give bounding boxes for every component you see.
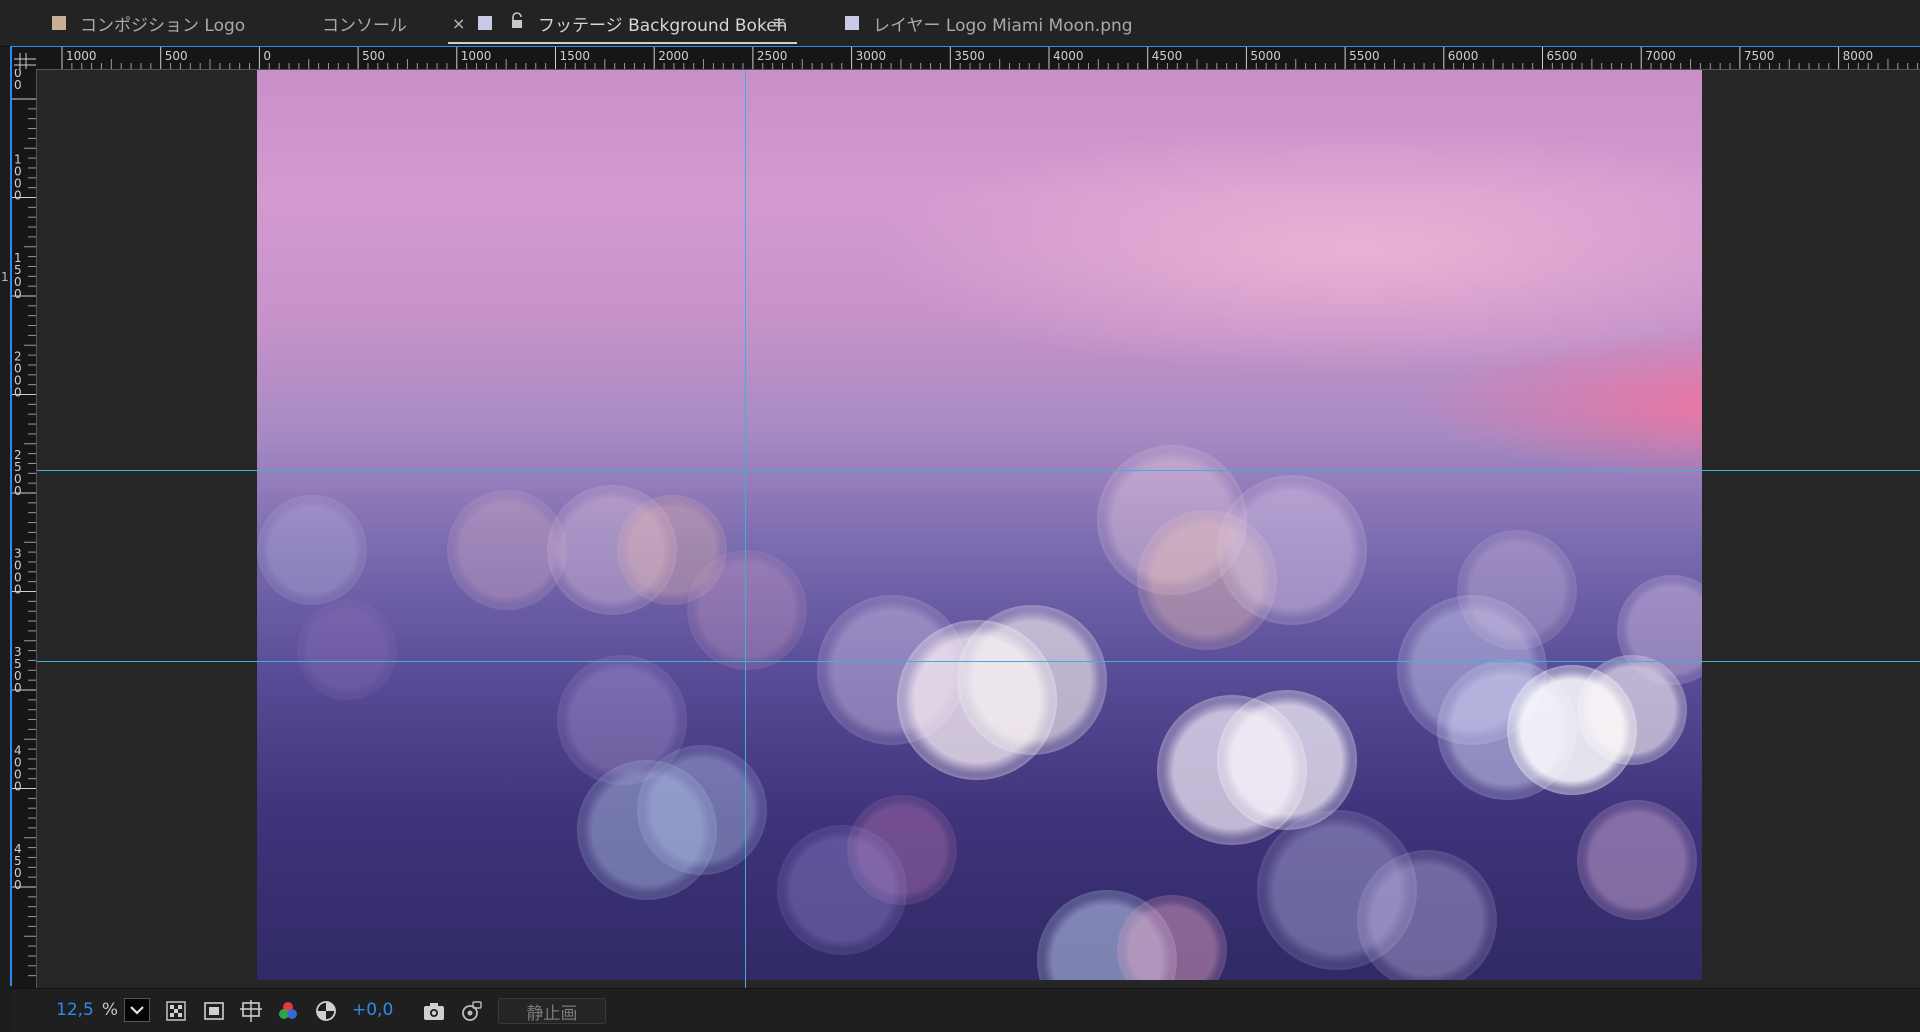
ruler-origin-corner[interactable]	[12, 47, 36, 69]
reset-exposure-button[interactable]	[314, 999, 338, 1023]
grid-guides-button[interactable]	[239, 999, 263, 1023]
vruler-label: 1500	[14, 251, 22, 301]
guide-vertical-1[interactable]	[745, 70, 746, 988]
guide-horizontal-1[interactable]	[37, 470, 1920, 471]
tab-composition-logo[interactable]: コンポジション Logo	[52, 0, 245, 46]
vruler-label: 2000	[14, 350, 22, 400]
bokeh-light	[1217, 475, 1367, 625]
hruler-label: 500	[362, 49, 385, 63]
zoom-dropdown[interactable]	[124, 998, 150, 1022]
bokeh-light	[1577, 800, 1697, 920]
ruler-side-marker: 1	[1, 270, 9, 284]
vruler-label: 3500	[14, 645, 22, 695]
bokeh-light	[957, 605, 1107, 755]
still-frame-button[interactable]: 静止画	[498, 998, 606, 1024]
exposure-control[interactable]: +0,0	[352, 999, 393, 1021]
bokeh-light	[777, 825, 907, 955]
show-snapshot-icon	[462, 1001, 482, 1021]
chevron-down-icon	[130, 1006, 144, 1015]
color-channels-button[interactable]	[276, 999, 300, 1023]
show-snapshot-button[interactable]	[459, 999, 483, 1023]
panel-menu-icon[interactable]: ≡	[772, 13, 786, 33]
hruler-label: 500	[165, 49, 188, 63]
vruler-label: 3000	[14, 547, 22, 597]
mask-visibility-button[interactable]	[202, 999, 226, 1023]
hruler-label: 2000	[658, 49, 689, 63]
transparency-grid-button[interactable]	[164, 999, 188, 1023]
bokeh-light	[1457, 530, 1577, 650]
still-frame-label: 静止画	[526, 1003, 578, 1024]
bokeh-light	[1357, 850, 1497, 980]
lock-icon[interactable]	[510, 12, 524, 30]
bokeh-light	[687, 550, 807, 670]
tab-label: フッテージ Background Bokeh	[538, 15, 788, 36]
vruler-label: 4000	[14, 744, 22, 794]
bokeh-light	[297, 600, 397, 700]
hruler-label: 1000	[66, 49, 97, 63]
hruler-label: 1500	[560, 49, 591, 63]
bokeh-light	[1217, 690, 1357, 830]
ruler-origin-icon	[14, 53, 36, 69]
hruler-label: 6000	[1448, 49, 1479, 63]
hruler-label: 4500	[1152, 49, 1183, 63]
snapshot-button[interactable]	[422, 999, 446, 1023]
vertical-ruler-ticks: 500 1000 1500 2000 2500 3000 3500 4000 4500	[12, 54, 36, 977]
tab-label: レイヤー Logo Miami Moon.png	[873, 15, 1133, 36]
vruler-label: 4500	[14, 842, 22, 892]
layer-swatch-icon	[845, 16, 859, 30]
vruler-label: 500	[14, 69, 22, 92]
footage-viewer[interactable]	[37, 70, 1920, 988]
hruler-label: 8000	[1843, 49, 1874, 63]
composition-swatch-icon	[52, 16, 66, 30]
hruler-label: 5000	[1250, 49, 1281, 63]
mask-outline-icon	[204, 1002, 224, 1020]
tab-layer-logo-miami-moon[interactable]: レイヤー Logo Miami Moon.png	[845, 0, 1133, 46]
grid-guides-icon	[240, 1000, 262, 1022]
checkerboard-icon	[166, 1001, 186, 1021]
hruler-label: 7000	[1645, 49, 1676, 63]
tab-label: コンソール	[322, 15, 407, 36]
zoom-value[interactable]: 12,5	[56, 1000, 94, 1020]
guide-horizontal-2[interactable]	[37, 661, 1920, 662]
tab-footage-background-bokeh[interactable]: フッテージ Background Bokeh	[447, 0, 798, 46]
close-tab-icon[interactable]: ×	[452, 14, 465, 33]
vruler-label: 1000	[14, 153, 22, 203]
horizontal-ruler-ticks: 1000 500 0 500 1000 1500 2000 2500 3000 3500 4000 4…	[61, 47, 1919, 69]
hruler-label: 5500	[1349, 49, 1380, 63]
rgb-channels-icon	[279, 1002, 297, 1019]
hruler-label: 2500	[757, 49, 788, 63]
viewer-status-bar: 12,5 % +0,0 静止画	[12, 988, 1920, 1032]
vruler-label: 2500	[14, 448, 22, 498]
tab-console[interactable]: コンソール	[322, 0, 407, 46]
panel-tab-bar: コンポジション Logo コンソール × フッテージ Background Bo…	[0, 0, 1920, 47]
horizontal-ruler[interactable]: 1000 500 0 500 1000 1500 2000 2500 3000 3500 4000 4…	[36, 47, 1920, 70]
hruler-label: 7500	[1744, 49, 1775, 63]
footage-image-background-bokeh	[257, 70, 1702, 980]
camera-icon	[424, 1003, 444, 1020]
bokeh-light	[637, 745, 767, 875]
hruler-label: 3500	[954, 49, 985, 63]
vertical-ruler[interactable]: 500 1000 1500 2000 2500 3000 3500 4000 4500	[12, 54, 37, 989]
exposure-value[interactable]: +0,0	[352, 1000, 393, 1020]
tab-label: コンポジション Logo	[80, 15, 246, 36]
exposure-reset-icon	[316, 1001, 336, 1021]
footage-swatch-icon	[478, 16, 492, 30]
zoom-dropdown-button[interactable]	[124, 998, 150, 1022]
hruler-label: 0	[263, 49, 271, 63]
hruler-label: 3000	[856, 49, 887, 63]
hruler-label: 6500	[1547, 49, 1578, 63]
zoom-control[interactable]: 12,5 %	[56, 999, 118, 1021]
bokeh-light	[257, 495, 367, 605]
zoom-unit: %	[101, 1000, 119, 1020]
hruler-label: 4000	[1053, 49, 1084, 63]
hruler-label: 1000	[461, 49, 492, 63]
